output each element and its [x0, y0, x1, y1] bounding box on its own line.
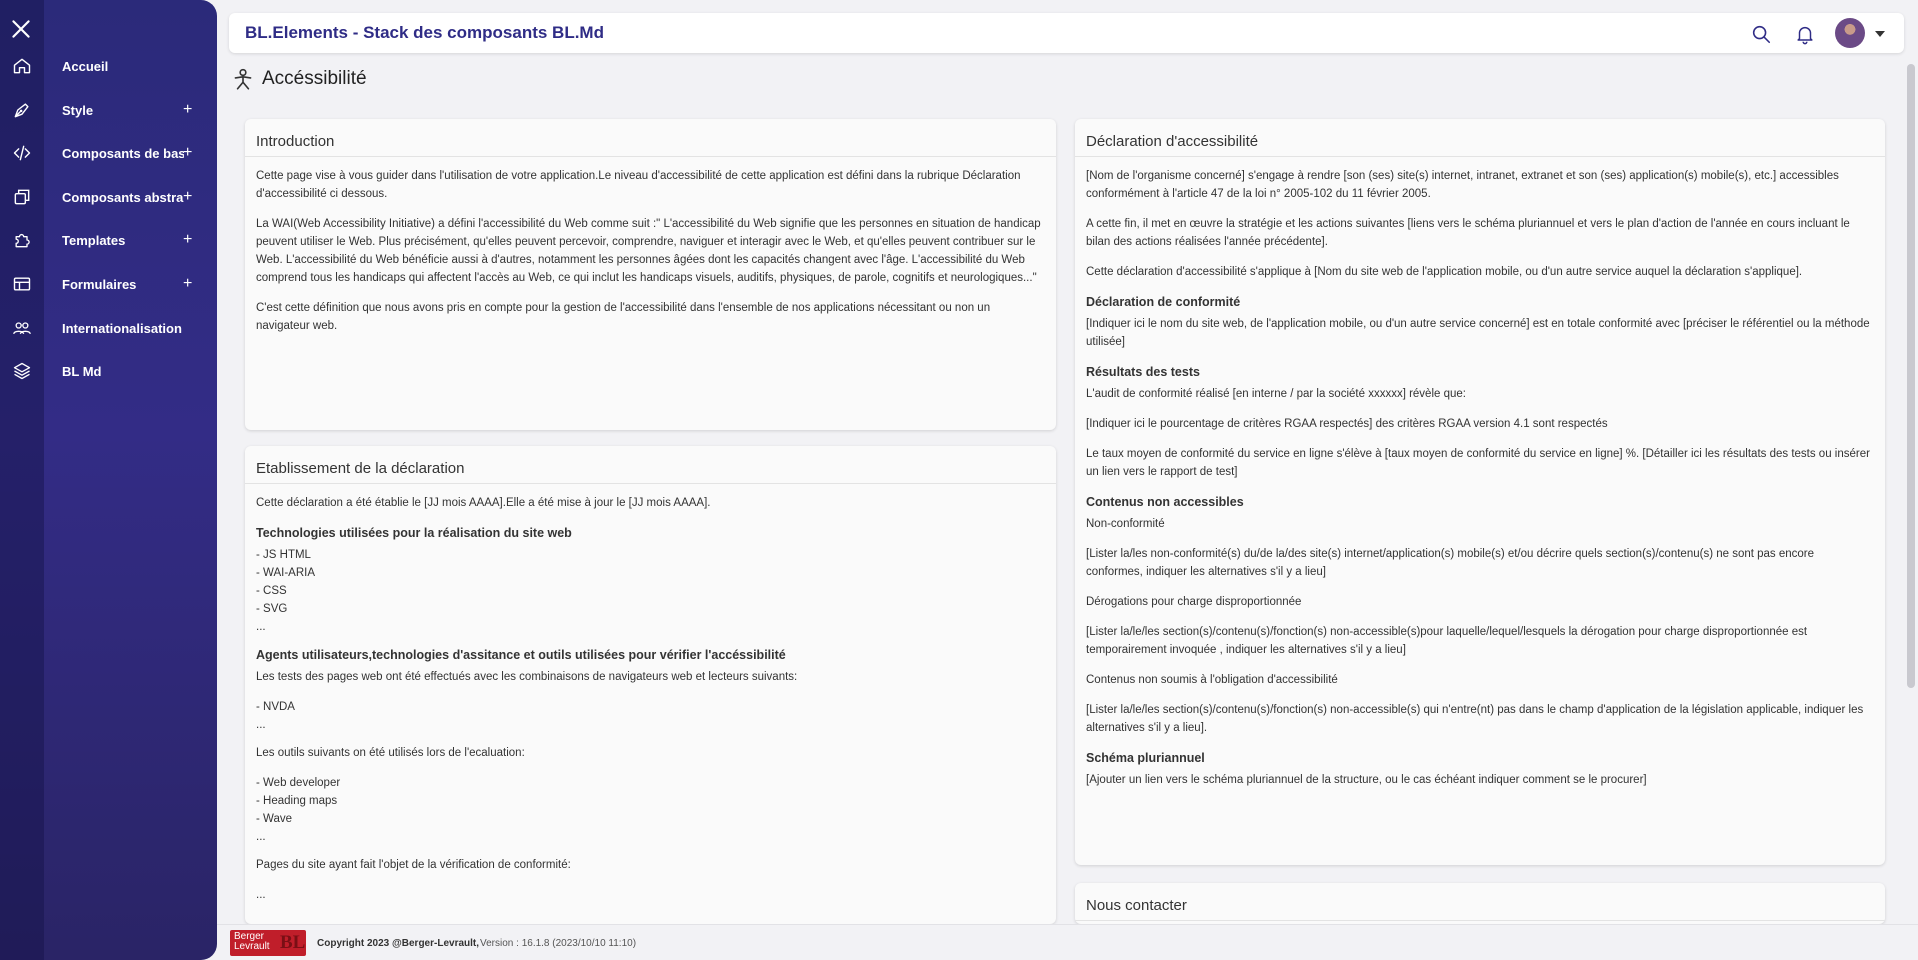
sidebar-item-label: Accueil	[62, 58, 109, 74]
layers-icon	[13, 362, 31, 380]
expand-plus-icon[interactable]: +	[183, 101, 192, 119]
sidebar-item-formulaires[interactable]: Formulaires +	[0, 266, 217, 302]
section-heading: Technologies utilisées pour la réalisati…	[256, 526, 572, 540]
copy-icon	[14, 189, 30, 205]
pages-list: ...	[256, 886, 1045, 904]
intro-paragraph: C'est cette définition que nous avons pr…	[256, 302, 991, 332]
list-item: - SVG	[256, 603, 288, 615]
list-item: - CSS	[256, 585, 287, 597]
decl-paragraph: [Lister la/les non-conformité(s) du/de l…	[1086, 548, 1815, 578]
sidebar-item-label: Formulaires	[62, 276, 137, 292]
intro-paragraph: La WAI(Web Accessibility Initiative) a d…	[256, 218, 1041, 284]
app-title[interactable]: BL.Elements - Stack des composants BL.Md	[245, 23, 604, 43]
list-item: - WAI-ARIA	[256, 567, 315, 579]
decl-paragraph: Cette déclaration d'accessibilité s'appl…	[1086, 266, 1803, 278]
list-item: ...	[256, 889, 266, 901]
decl-paragraph: [Lister la/le/les section(s)/contenu(s)/…	[1086, 704, 1864, 734]
decl-paragraph: Dérogations pour charge disproportionnée	[1086, 596, 1302, 608]
sidebar-item-style[interactable]: Style +	[0, 92, 217, 128]
people-icon	[13, 322, 31, 335]
decl-paragraph: Non-conformité	[1086, 518, 1165, 530]
decl-paragraph: [Ajouter un lien vers le schéma pluriann…	[1086, 774, 1647, 786]
code-icon	[13, 145, 31, 161]
etab-paragraph: Cette déclaration a été établie le [JJ m…	[256, 497, 711, 509]
readers-list: - NVDA ...	[256, 698, 1045, 734]
pen-icon	[14, 103, 29, 118]
section-heading: Résultats des tests	[1086, 365, 1200, 379]
card-title: Introduction	[245, 119, 1056, 157]
bell-icon[interactable]	[1794, 23, 1816, 45]
sidebar-item-label: Internationalisation	[62, 320, 182, 336]
version-text: Version : 16.1.8 (2023/10/10 11:10)	[480, 938, 637, 949]
page-title-text: Accéssibilité	[262, 68, 367, 89]
contact-card: Nous contacter	[1075, 883, 1885, 924]
decl-paragraph: [Nom de l'organisme concerné] s'engage à…	[1086, 170, 1839, 200]
decl-paragraph: [Lister la/le/les section(s)/contenu(s)/…	[1086, 626, 1808, 656]
introduction-card: Introduction Cette page vise à vous guid…	[245, 119, 1056, 430]
intro-paragraph: Cette page vise à vous guider dans l'uti…	[256, 170, 1021, 200]
decl-paragraph: Contenus non soumis à l'obligation d'acc…	[1086, 674, 1338, 686]
sidebar-item-internationalisation[interactable]: Internationalisation	[0, 310, 217, 346]
sidebar-item-composants-base[interactable]: Composants de base +	[0, 135, 217, 171]
card-title: Nous contacter	[1075, 883, 1885, 921]
decl-paragraph: [Indiquer ici le pourcentage de critères…	[1086, 418, 1608, 430]
sidebar-item-bl-md[interactable]: BL Md	[0, 353, 217, 389]
etab-paragraph: Pages du site ayant fait l'objet de la v…	[256, 859, 571, 871]
sidebar-item-templates[interactable]: Templates +	[0, 222, 217, 258]
home-icon	[13, 58, 31, 74]
decl-paragraph: Le taux moyen de conformité du service e…	[1086, 448, 1870, 478]
list-item: - Heading maps	[256, 795, 338, 807]
berger-levrault-logo: Berger Levrault BL	[230, 930, 306, 956]
tools-list: - Web developer - Heading maps - Wave ..…	[256, 774, 1045, 846]
list-item: ...	[256, 831, 266, 843]
card-title: Déclaration d'accessibilité	[1075, 119, 1885, 157]
etab-paragraph: Les tests des pages web ont été effectué…	[256, 671, 798, 683]
section-heading: Agents utilisateurs,technologies d'assit…	[256, 648, 786, 662]
avatar[interactable]	[1835, 18, 1865, 48]
etab-paragraph: Les outils suivants on été utilisés lors…	[256, 747, 525, 759]
decl-paragraph: A cette fin, il met en œuvre la stratégi…	[1086, 218, 1850, 248]
form-icon	[13, 277, 31, 291]
list-item: ...	[256, 621, 266, 633]
sidebar: Accueil Style + Composants de base + Com…	[0, 0, 217, 960]
footer: Berger Levrault BL Copyright 2023 @Berge…	[217, 924, 1918, 960]
expand-plus-icon[interactable]: +	[183, 231, 192, 249]
close-icon[interactable]	[8, 16, 34, 42]
tech-list: - JS HTML - WAI-ARIA - CSS - SVG ...	[256, 546, 1045, 636]
section-heading: Déclaration de conformité	[1086, 295, 1241, 309]
copyright-text: Copyright 2023 @Berger-Levrault,	[317, 938, 480, 949]
sidebar-item-composants-abstraits[interactable]: Composants abstraits +	[0, 179, 217, 215]
search-icon[interactable]	[1750, 23, 1772, 45]
sidebar-item-label: Composants de base	[62, 145, 184, 161]
decl-paragraph: [Indiquer ici le nom du site web, de l'a…	[1086, 318, 1870, 348]
section-heading: Contenus non accessibles	[1086, 495, 1244, 509]
expand-plus-icon[interactable]: +	[183, 275, 192, 293]
sidebar-item-label: BL Md	[62, 363, 102, 379]
sidebar-item-label: Style	[62, 102, 94, 118]
page-title: Accéssibilité	[230, 66, 367, 92]
sidebar-item-accueil[interactable]: Accueil	[0, 48, 217, 84]
sidebar-item-label: Composants abstraits	[62, 189, 184, 205]
list-item: - Wave	[256, 813, 292, 825]
expand-plus-icon[interactable]: +	[183, 188, 192, 206]
accessibility-icon	[234, 68, 252, 90]
decl-paragraph: L'audit de conformité réalisé [en intern…	[1086, 388, 1466, 400]
list-item: - NVDA	[256, 701, 295, 713]
card-title: Etablissement de la déclaration	[245, 446, 1056, 484]
puzzle-icon	[15, 233, 30, 248]
list-item: - Web developer	[256, 777, 341, 789]
caret-down-icon[interactable]	[1875, 31, 1885, 37]
top-bar: BL.Elements - Stack des composants BL.Md	[229, 13, 1904, 53]
list-item: - JS HTML	[256, 549, 311, 561]
section-heading: Schéma pluriannuel	[1086, 751, 1205, 765]
page-scrollbar[interactable]	[1907, 64, 1915, 688]
declaration-card: Déclaration d'accessibilité [Nom de l'or…	[1075, 119, 1885, 865]
list-item: ...	[256, 719, 266, 731]
sidebar-item-label: Templates	[62, 232, 126, 248]
expand-plus-icon[interactable]: +	[183, 144, 192, 162]
etablissement-card: Etablissement de la déclaration Cette dé…	[245, 446, 1056, 924]
